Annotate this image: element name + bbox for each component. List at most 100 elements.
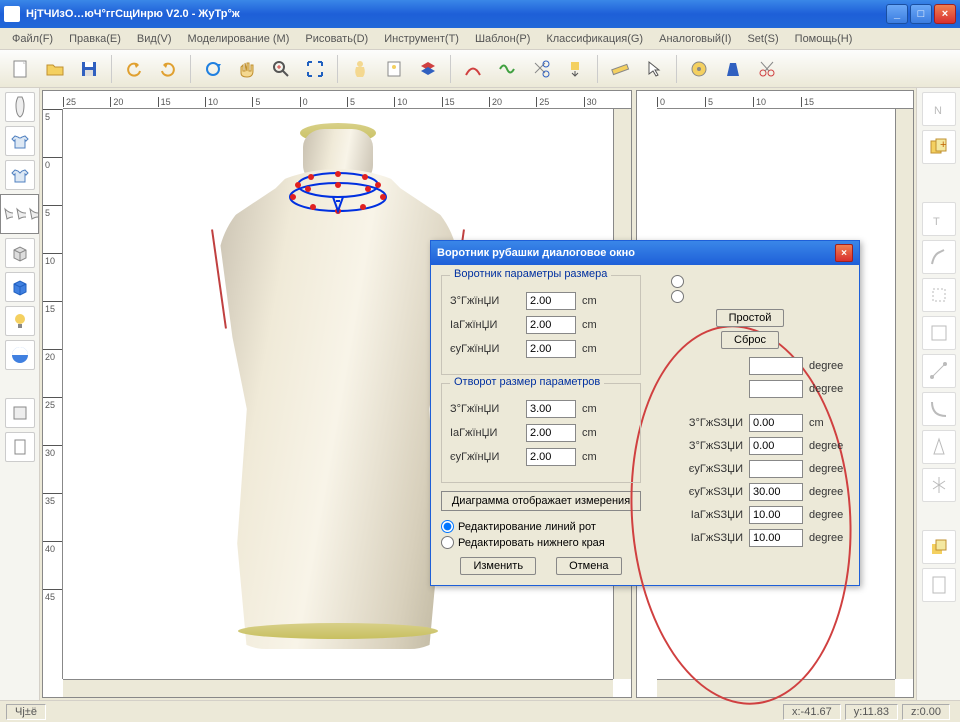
move-down-icon[interactable] bbox=[560, 54, 590, 84]
skirt-icon[interactable] bbox=[718, 54, 748, 84]
simple-button[interactable]: Простой bbox=[716, 309, 785, 327]
tool-collar-selector[interactable] bbox=[0, 194, 39, 234]
rtool-mirror-icon[interactable] bbox=[922, 468, 956, 502]
rotate-icon[interactable] bbox=[198, 54, 228, 84]
tool-cube-gray-icon[interactable] bbox=[5, 238, 35, 268]
menu-file[interactable]: Файл(F) bbox=[6, 31, 59, 47]
g2r2-input[interactable] bbox=[526, 424, 576, 442]
rr7-input[interactable] bbox=[749, 506, 803, 524]
pattern-icon[interactable] bbox=[379, 54, 409, 84]
radio-edit-lines[interactable] bbox=[441, 520, 454, 533]
rr6-label: єуГжЅЗЏИ bbox=[689, 486, 743, 498]
menu-edit[interactable]: Правка(E) bbox=[63, 31, 127, 47]
g1r1-input[interactable] bbox=[526, 292, 576, 310]
layers-icon[interactable] bbox=[413, 54, 443, 84]
scrollbar-horizontal-2d[interactable] bbox=[657, 679, 895, 697]
dialog-titlebar[interactable]: Воротник рубашки диалоговое окно × bbox=[431, 241, 859, 265]
maximize-button[interactable]: □ bbox=[910, 4, 932, 24]
collar-type-1-icon[interactable] bbox=[1, 205, 13, 223]
mode-radio-1[interactable] bbox=[671, 275, 684, 288]
scrollbar-horizontal[interactable] bbox=[63, 679, 613, 697]
open-file-icon[interactable] bbox=[40, 54, 70, 84]
spline-icon[interactable] bbox=[492, 54, 522, 84]
g2r3-input[interactable] bbox=[526, 448, 576, 466]
cancel-button[interactable]: Отмена bbox=[556, 557, 621, 575]
save-file-icon[interactable] bbox=[74, 54, 104, 84]
svg-text:N: N bbox=[934, 105, 942, 117]
dialog-title: Воротник рубашки диалоговое окно bbox=[437, 247, 835, 259]
radio-edit-bottom[interactable] bbox=[441, 536, 454, 549]
rtool-dart-icon[interactable] bbox=[922, 430, 956, 464]
menu-tool[interactable]: Инструмент(T) bbox=[378, 31, 465, 47]
menu-analog[interactable]: Аналоговый(I) bbox=[653, 31, 737, 47]
ruler-icon[interactable] bbox=[605, 54, 635, 84]
rtool-draw-icon[interactable] bbox=[922, 240, 956, 274]
scrollbar-vertical-2d[interactable] bbox=[895, 109, 913, 679]
dialog-close-button[interactable]: × bbox=[835, 244, 853, 262]
redo-icon[interactable] bbox=[153, 54, 183, 84]
rr8-input[interactable] bbox=[749, 529, 803, 547]
menu-template[interactable]: Шаблон(P) bbox=[469, 31, 536, 47]
rtool-shape-icon[interactable] bbox=[922, 316, 956, 350]
g2r3-label: єуГжїнЏИ bbox=[450, 451, 520, 463]
radio-edit-bottom-label: Редактировать нижнего края bbox=[458, 537, 605, 549]
curve-icon[interactable] bbox=[458, 54, 488, 84]
tool-tshirt-icon[interactable] bbox=[5, 126, 35, 156]
status-x: x:-41.67 bbox=[783, 704, 841, 720]
rtool-n-icon[interactable]: N bbox=[922, 92, 956, 126]
tool-page-icon[interactable] bbox=[5, 432, 35, 462]
tool-light-icon[interactable] bbox=[5, 306, 35, 336]
collar-type-2-icon[interactable] bbox=[13, 205, 25, 223]
minimize-button[interactable]: _ bbox=[886, 4, 908, 24]
rr4-input[interactable] bbox=[749, 437, 803, 455]
menu-draw[interactable]: Рисовать(D) bbox=[299, 31, 374, 47]
rtool-pattern-piece-icon[interactable] bbox=[922, 278, 956, 312]
g1r3-label: єуГжїнЏИ bbox=[450, 343, 520, 355]
tool-square-icon[interactable] bbox=[5, 398, 35, 428]
menu-modeling[interactable]: Моделирование (M) bbox=[182, 31, 296, 47]
wheel-icon[interactable] bbox=[684, 54, 714, 84]
close-button[interactable]: × bbox=[934, 4, 956, 24]
body-icon[interactable] bbox=[345, 54, 375, 84]
g1r3-input[interactable] bbox=[526, 340, 576, 358]
pan-icon[interactable] bbox=[232, 54, 262, 84]
rtool-doc-icon[interactable] bbox=[922, 568, 956, 602]
rr6-input[interactable] bbox=[749, 483, 803, 501]
lapel-size-group: Отворот размер параметров З°ГжїнЏИ cm Iа… bbox=[441, 383, 641, 483]
g2r1-input[interactable] bbox=[526, 400, 576, 418]
rtool-stack-icon[interactable] bbox=[922, 530, 956, 564]
r-blank2-input[interactable] bbox=[749, 380, 803, 398]
mode-radio-2[interactable] bbox=[671, 290, 684, 303]
new-file-icon[interactable] bbox=[6, 54, 36, 84]
tool-mannequin-icon[interactable] bbox=[5, 92, 35, 122]
tool-shirt-icon[interactable] bbox=[5, 160, 35, 190]
r-blank1-input[interactable] bbox=[749, 357, 803, 375]
apply-button[interactable]: Изменить bbox=[460, 557, 536, 575]
collar-type-3-icon[interactable] bbox=[26, 205, 38, 223]
rtool-measure-icon[interactable] bbox=[922, 354, 956, 388]
unit-cm: cm bbox=[582, 295, 597, 307]
g1r2-input[interactable] bbox=[526, 316, 576, 334]
tool-sphere-icon[interactable] bbox=[5, 340, 35, 370]
select-icon[interactable] bbox=[639, 54, 669, 84]
scissors-icon[interactable] bbox=[752, 54, 782, 84]
collar-size-label: Воротник параметры размера bbox=[450, 268, 611, 280]
rtool-pages-icon[interactable]: + bbox=[922, 130, 956, 164]
zoom-icon[interactable] bbox=[266, 54, 296, 84]
tool-cube-blue-icon[interactable] bbox=[5, 272, 35, 302]
rtool-curve-icon[interactable] bbox=[922, 392, 956, 426]
undo-icon[interactable] bbox=[119, 54, 149, 84]
fit-icon[interactable] bbox=[300, 54, 330, 84]
reset-button[interactable]: Сброс bbox=[721, 331, 779, 349]
rr3-input[interactable] bbox=[749, 414, 803, 432]
menu-set[interactable]: Set(S) bbox=[741, 31, 784, 47]
radio-edit-lines-label: Редактирование линий рот bbox=[458, 521, 596, 533]
menu-view[interactable]: Вид(V) bbox=[131, 31, 178, 47]
cut-icon[interactable] bbox=[526, 54, 556, 84]
rtool-text-icon[interactable]: T bbox=[922, 202, 956, 236]
diagram-button[interactable]: Диаграмма отображает измерения bbox=[441, 491, 641, 511]
rr5-input[interactable] bbox=[749, 460, 803, 478]
menu-classification[interactable]: Классификация(G) bbox=[540, 31, 649, 47]
menu-help[interactable]: Помощь(H) bbox=[789, 31, 859, 47]
g2r1-label: З°ГжїнЏИ bbox=[450, 403, 520, 415]
